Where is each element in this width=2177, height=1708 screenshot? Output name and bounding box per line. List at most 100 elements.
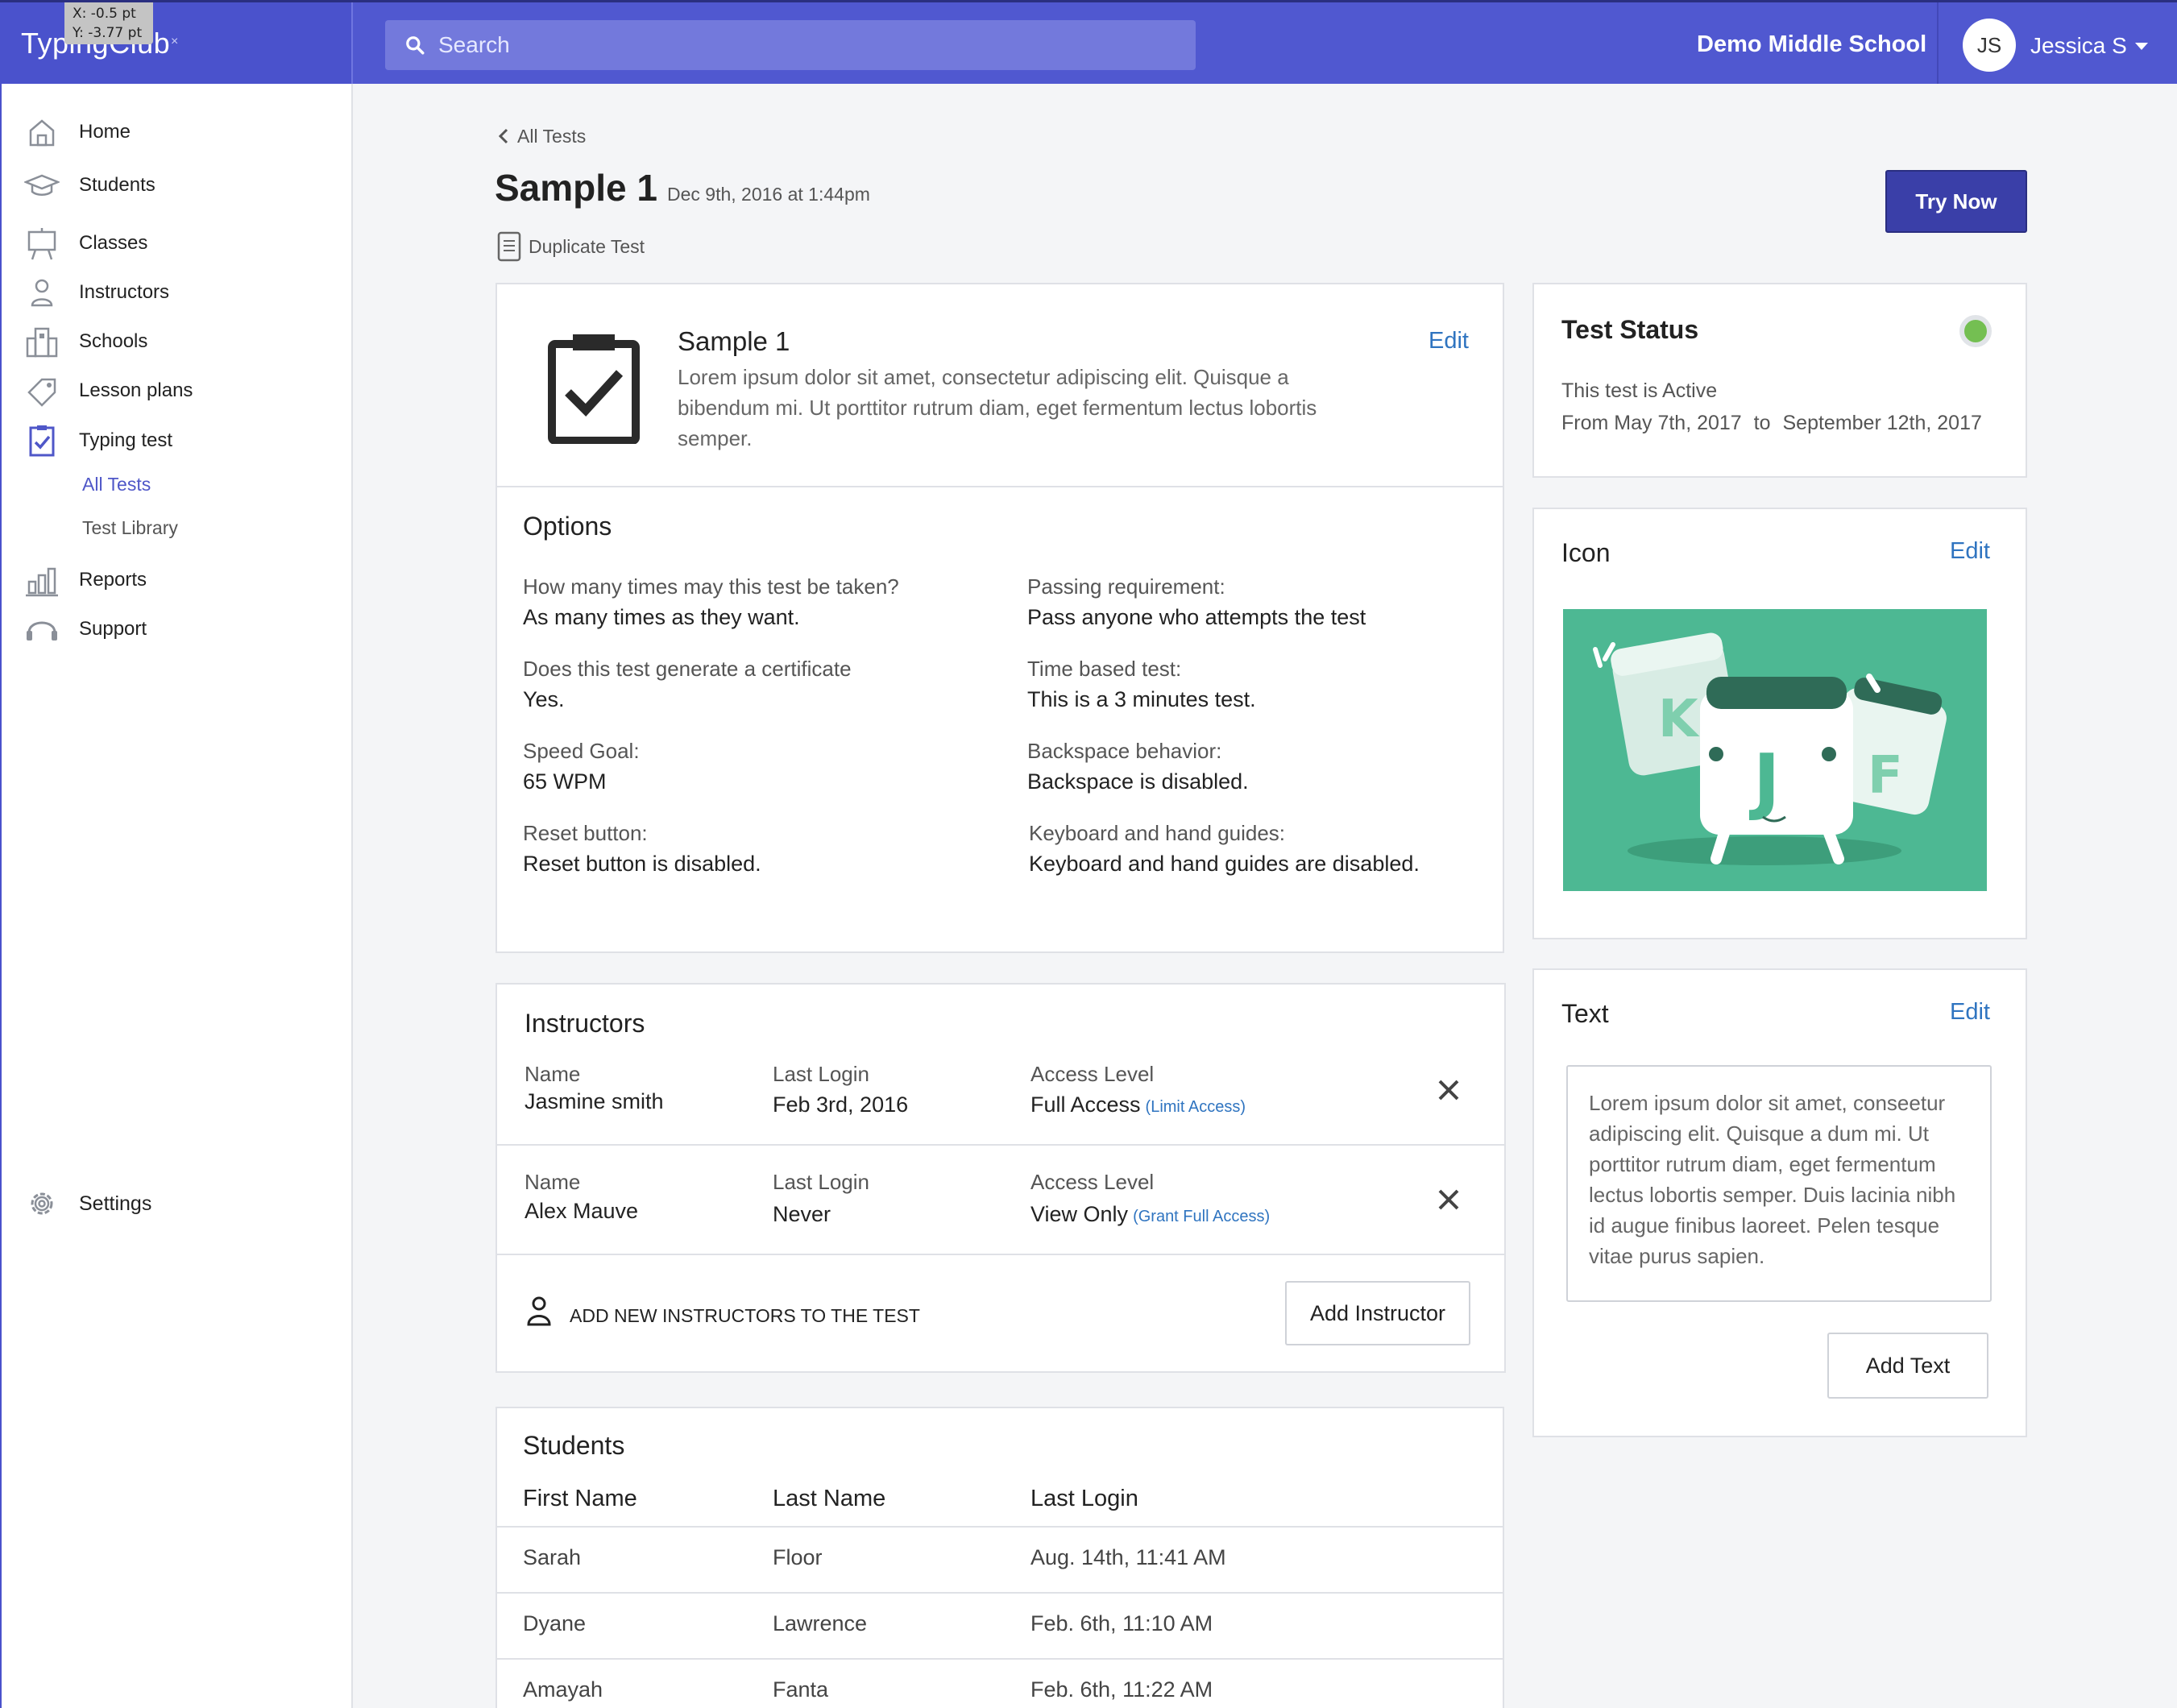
status-to-word: to [1753,412,1771,434]
sidebar: Home Students Classes Instructors School… [0,84,353,1708]
sidebar-item-label: Support [79,618,147,640]
student-last-login: Aug. 14th, 11:41 AM [1030,1545,1226,1569]
tag-icon [27,378,56,407]
sidebar-item-support[interactable]: Support [2,607,353,652]
sidebar-item-schools[interactable]: Schools [2,319,353,364]
option-value: Pass anyone who attempts the test [1027,605,1366,629]
sidebar-item-students[interactable]: Students [2,163,353,208]
instructor-access: Full Access (Limit Access) [1030,1092,1246,1117]
status-to-date: September 12th, 2017 [1782,412,1982,434]
divider [497,1526,1503,1528]
instructor-access: View Only (Grant Full Access) [1030,1202,1270,1227]
student-last-login: Feb. 6th, 11:22 AM [1030,1677,1213,1702]
sidebar-item-label: Typing test [79,429,173,451]
divider [497,1658,1503,1660]
add-text-button[interactable]: Add Text [1827,1333,1988,1399]
icon-title: Icon [1561,538,1611,567]
home-icon [29,119,55,147]
graduation-cap-icon [24,174,60,196]
student-last-name: Fanta [773,1677,829,1702]
coord-y: Y: -3.77 pt [73,25,143,41]
option-value: Reset button is disabled. [523,852,761,876]
col-access-label: Access Level [1030,1062,1155,1086]
text-title: Text [1561,999,1609,1028]
option-label: How many times may this test be taken? [523,574,899,599]
text-content-box[interactable]: Lorem ipsum dolor sit amet, conseetur ad… [1566,1065,1992,1302]
test-icon-image: K F J [1563,609,1987,891]
user-menu-name[interactable]: Jessica S [2030,33,2127,59]
text-card: Text Edit Lorem ipsum dolor sit amet, co… [1532,968,2027,1437]
try-now-button[interactable]: Try Now [1885,170,2027,233]
access-level-value: View Only [1030,1202,1129,1226]
brand-area[interactable]: TypingClub × [0,2,353,84]
student-last-login: Feb. 6th, 11:10 AM [1030,1611,1213,1635]
duplicate-test-link[interactable]: Duplicate Test [496,230,645,263]
column-header-first-name[interactable]: First Name [523,1486,637,1512]
sidebar-item-typing-test[interactable]: Typing test [2,418,353,463]
student-first-name: Dyane [523,1611,587,1635]
bar-chart-icon [26,567,58,597]
add-instructor-button[interactable]: Add Instructor [1285,1281,1470,1345]
search-box[interactable] [385,20,1196,70]
column-header-last-login[interactable]: Last Login [1030,1486,1138,1512]
instructor-name: Jasmine smith [525,1089,664,1113]
access-level-value: Full Access [1030,1092,1141,1117]
back-link[interactable]: All Tests [496,126,586,147]
test-name: Sample 1 [678,326,790,356]
clipboard-check-icon [29,425,55,457]
status-indicator [1959,315,1992,347]
option-label: Keyboard and hand guides: [1029,821,1286,845]
sidebar-item-settings[interactable]: Settings [2,1181,353,1226]
edit-icon-link[interactable]: Edit [1950,538,1990,565]
divider [497,486,1503,487]
column-header-last-name[interactable]: Last Name [773,1486,885,1512]
top-divider [1937,2,1939,84]
limit-access-link[interactable]: (Limit Access) [1146,1098,1246,1116]
sidebar-subitem-test-library[interactable]: Test Library [82,517,178,539]
sidebar-item-reports[interactable]: Reports [2,558,353,603]
search-input[interactable] [438,20,1163,70]
document-icon [497,231,521,262]
student-last-name: Floor [773,1545,823,1569]
instructor-name: Alex Mauve [525,1199,639,1223]
sidebar-subitem-all-tests[interactable]: All Tests [82,474,151,495]
sidebar-item-home[interactable]: Home [2,110,353,155]
gear-icon [31,1192,53,1215]
search-icon [406,36,425,55]
sidebar-item-label: Students [79,174,156,196]
col-name-label: Name [525,1062,581,1086]
avatar[interactable]: JS [1963,19,2016,72]
status-from-date: From May 7th, 2017 [1561,412,1742,434]
school-name[interactable]: Demo Middle School [1697,31,1926,58]
sidebar-item-classes[interactable]: Classes [2,221,353,266]
sidebar-item-label: Home [79,121,131,143]
key-f-label: F [1868,746,1903,806]
test-status-card: Test Status This test is Active From May… [1532,283,2027,478]
student-last-name: Lawrence [773,1611,868,1635]
option-value: 65 WPM [523,769,607,794]
headset-icon [27,621,57,640]
edit-text-link[interactable]: Edit [1950,999,1990,1026]
close-icon[interactable] [1437,1078,1461,1102]
key-j-label: J [1748,739,1781,823]
clipboard-check-icon [548,334,640,444]
sidebar-item-instructors[interactable]: Instructors [2,270,353,315]
sidebar-item-label: Instructors [79,281,170,303]
students-card: Students First Name Last Name Last Login… [496,1407,1504,1708]
instructor-last-login: Feb 3rd, 2016 [773,1092,909,1117]
chevron-down-icon[interactable] [2135,43,2148,50]
option-label: Backspace behavior: [1027,739,1222,763]
option-value: This is a 3 minutes test. [1027,687,1256,711]
col-access-label: Access Level [1030,1170,1155,1194]
option-value: As many times as they want. [523,605,800,629]
option-label: Does this test generate a certificate [523,657,852,681]
person-icon [31,279,53,307]
instructor-last-login: Never [773,1202,831,1226]
sidebar-item-lesson-plans[interactable]: Lesson plans [2,368,353,413]
close-icon[interactable] [1437,1188,1461,1212]
student-first-name: Sarah [523,1545,582,1569]
person-icon [527,1296,551,1326]
grant-full-access-link[interactable]: (Grant Full Access) [1133,1208,1270,1225]
chevron-left-icon [498,128,508,144]
edit-test-link[interactable]: Edit [1429,328,1469,354]
